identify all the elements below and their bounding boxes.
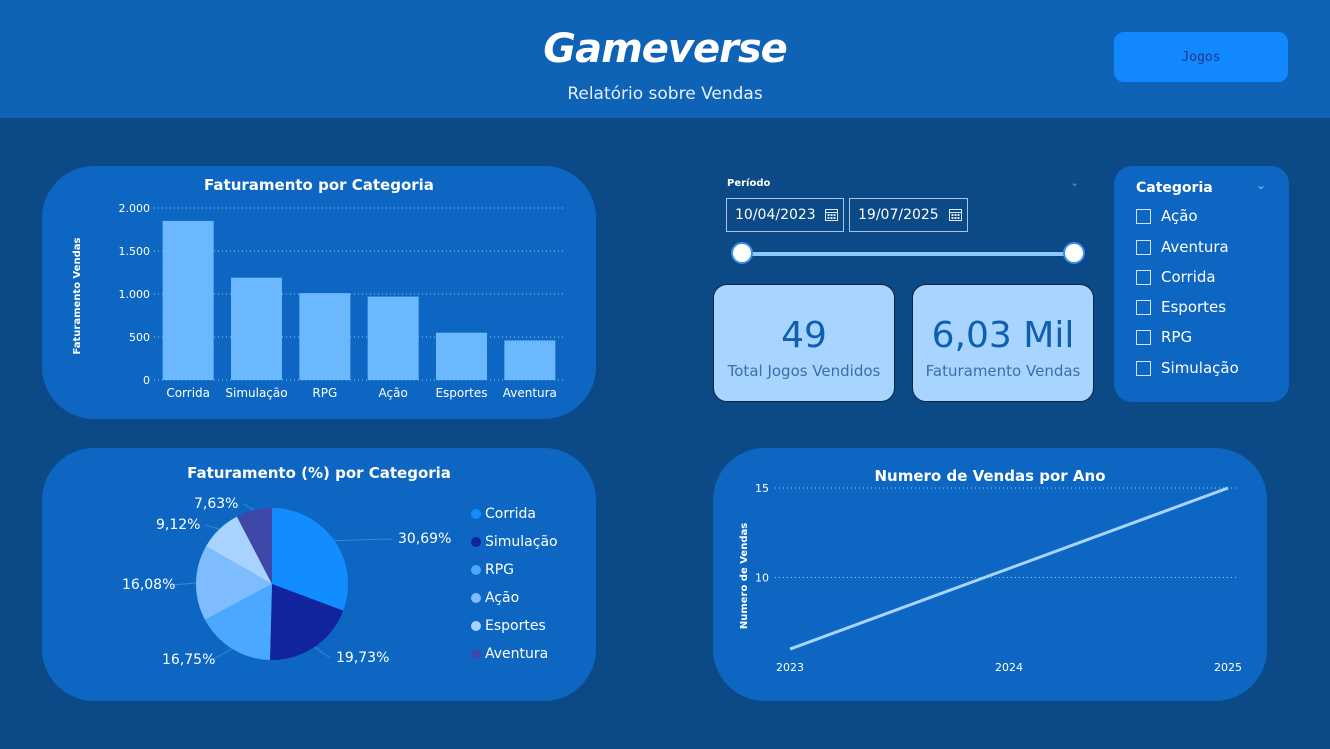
legend-swatch <box>471 649 481 659</box>
category-filter-panel: Categoria ⌄ Ação Aventura Corrida Esport… <box>1114 166 1289 402</box>
bar <box>231 277 282 380</box>
y-tick-label: 1.500 <box>119 245 151 258</box>
y-tick-label: 1.000 <box>119 288 151 301</box>
bar <box>162 220 214 380</box>
brand-subtitle: Relatório sobre Vendas <box>567 84 763 104</box>
period-slider-start-handle[interactable] <box>731 242 753 264</box>
category-option-simulacao[interactable]: Simulação <box>1136 358 1239 378</box>
legend-label: RPG <box>485 562 515 578</box>
bar <box>436 332 487 380</box>
x-tick-label: Corrida <box>166 386 210 400</box>
pie-leader-line <box>314 646 331 659</box>
legend-item[interactable]: Simulação <box>471 534 558 550</box>
series-line <box>789 486 1229 651</box>
category-option-label: Ação <box>1161 207 1198 225</box>
kpi-total-games-value: 49 <box>781 315 827 356</box>
legend-swatch <box>471 621 481 631</box>
legend-item[interactable]: RPG <box>471 562 514 578</box>
legend-label: Aventura <box>485 646 549 662</box>
legend-item[interactable]: Esportes <box>471 618 546 634</box>
pie-data-label: 16,08% <box>122 577 175 593</box>
period-slider-end-handle[interactable] <box>1063 242 1085 264</box>
calendar-icon[interactable] <box>825 208 838 221</box>
pie-leader-line <box>205 524 220 530</box>
y-tick-label: 500 <box>129 331 150 344</box>
bar <box>367 296 419 380</box>
checkbox[interactable] <box>1136 208 1151 224</box>
period-slider-track[interactable] <box>742 252 1074 256</box>
line-chart: Numero de Vendas 15 10 2023 2024 2025 <box>739 482 1242 674</box>
bar-chart-card: Faturamento por Categoria Faturamento Ve… <box>42 166 596 419</box>
category-option-label: Simulação <box>1161 359 1239 377</box>
category-option-esportes[interactable]: Esportes <box>1136 297 1226 317</box>
x-tick-label: 2023 <box>776 661 804 674</box>
legend-label: Simulação <box>485 534 558 550</box>
pie-leader-line <box>171 582 197 586</box>
period-label: Período <box>727 178 771 189</box>
kpi-total-games-label: Total Jogos Vendidos <box>727 362 881 380</box>
pie-data-label: 7,63% <box>194 496 238 512</box>
legend-swatch <box>471 537 481 547</box>
category-option-label: Aventura <box>1161 238 1229 256</box>
kpi-revenue-value: 6,03 Mil <box>931 315 1075 356</box>
x-tick-label: Aventura <box>503 386 557 400</box>
calendar-icon[interactable] <box>949 208 962 221</box>
bar-y-axis-label: Faturamento Vendas <box>72 237 83 354</box>
chevron-down-icon[interactable]: ⌄ <box>1256 178 1266 192</box>
x-tick-label: RPG <box>312 386 337 400</box>
bar <box>299 293 351 380</box>
checkbox[interactable] <box>1136 329 1151 345</box>
end-date-input[interactable]: 19/07/2025 <box>849 198 968 232</box>
legend-item[interactable]: Aventura <box>471 646 548 662</box>
checkbox[interactable] <box>1136 360 1151 376</box>
legend-swatch <box>471 565 481 575</box>
bar <box>504 340 556 380</box>
pie-data-label: 30,69% <box>398 531 451 547</box>
line-y-axis-label: Numero de Vendas <box>739 523 750 629</box>
checkbox[interactable] <box>1136 299 1151 315</box>
category-option-corrida[interactable]: Corrida <box>1136 267 1216 287</box>
header-bar: Gameverse Relatório sobre Vendas Jogos <box>0 0 1330 118</box>
chevron-down-icon[interactable]: ⌄ <box>1070 176 1079 189</box>
pie-data-label: 9,12% <box>156 517 200 533</box>
y-tick-label: 2.000 <box>119 202 151 215</box>
kpi-total-games-card: 49 Total Jogos Vendidos <box>713 284 895 402</box>
legend-label: Esportes <box>485 618 546 634</box>
y-tick-label: 10 <box>755 571 769 584</box>
category-option-label: RPG <box>1161 328 1193 346</box>
start-date-input[interactable]: 10/04/2023 <box>726 198 844 232</box>
legend-item[interactable]: Ação <box>471 590 519 606</box>
x-tick-label: 2024 <box>995 661 1023 674</box>
legend-label: Ação <box>485 590 520 606</box>
y-tick-label: 0 <box>143 374 150 387</box>
kpi-revenue-card: 6,03 Mil Faturamento Vendas <box>912 284 1094 402</box>
category-option-acao[interactable]: Ação <box>1136 206 1198 226</box>
category-option-aventura[interactable]: Aventura <box>1136 237 1229 257</box>
y-tick-label: 15 <box>755 482 769 495</box>
pie-leader-line <box>334 538 393 542</box>
line-chart-card: Numero de Vendas por Ano Numero de Venda… <box>713 448 1267 701</box>
end-date-value: 19/07/2025 <box>858 207 939 223</box>
pie-data-label: 19,73% <box>336 650 389 666</box>
legend-swatch <box>471 509 481 519</box>
x-tick-label: Esportes <box>435 386 487 400</box>
kpi-revenue-label: Faturamento Vendas <box>925 362 1081 380</box>
checkbox[interactable] <box>1136 269 1151 285</box>
category-filter-title: Categoria <box>1136 180 1213 196</box>
legend-item[interactable]: Corrida <box>471 506 536 522</box>
pie-data-label: 16,75% <box>162 652 215 668</box>
category-option-rpg[interactable]: RPG <box>1136 327 1192 347</box>
legend-label: Corrida <box>485 506 536 522</box>
pie-leader-line <box>243 503 255 511</box>
x-tick-label: Ação <box>379 386 408 400</box>
category-option-label: Esportes <box>1161 298 1227 316</box>
x-tick-label: Simulação <box>225 386 287 400</box>
checkbox[interactable] <box>1136 239 1151 255</box>
legend-swatch <box>471 593 481 603</box>
bar-chart: Faturamento Vendas 2.000 1.500 1.000 500 0 Co… <box>72 202 564 400</box>
x-tick-label: 2025 <box>1214 661 1242 674</box>
category-option-label: Corrida <box>1161 268 1216 286</box>
jogos-nav-button[interactable]: Jogos <box>1114 32 1288 82</box>
start-date-value: 10/04/2023 <box>735 207 816 223</box>
